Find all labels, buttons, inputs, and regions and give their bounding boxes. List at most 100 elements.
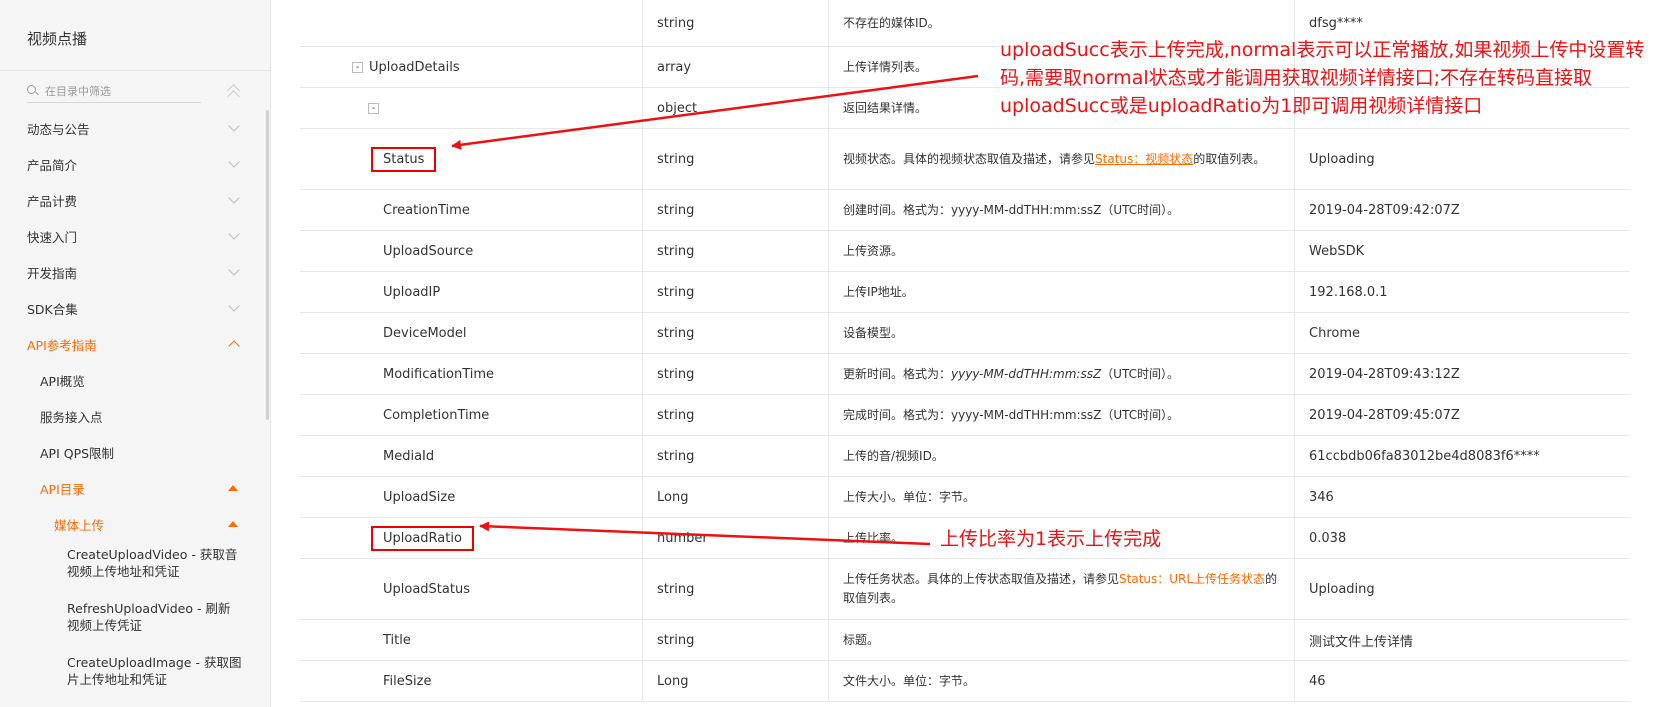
param-name: UploadSource — [383, 243, 474, 259]
param-type: string — [642, 313, 828, 353]
desc-format: yyyy-MM-ddTHH:mm:ssZ — [951, 366, 1102, 381]
sidebar-item-create-upload-image[interactable]: CreateUploadImage - 获取图片上传地址和凭证 — [0, 650, 266, 704]
param-name-cell: - — [300, 88, 642, 128]
table-row: Status string 视频状态。具体的视频状态取值及描述，请参见Statu… — [300, 129, 1630, 190]
collapse-all-icon[interactable] — [227, 84, 240, 103]
param-name: UploadSize — [383, 489, 456, 505]
param-desc: 上传IP地址。 — [828, 272, 1294, 312]
param-example: 46 — [1294, 661, 1630, 701]
param-type: Long — [642, 661, 828, 701]
search-placeholder: 在目录中筛选 — [45, 85, 111, 98]
param-name: MediaId — [383, 448, 435, 464]
param-name: FileSize — [383, 673, 432, 689]
collapse-toggle[interactable]: - — [368, 102, 379, 114]
sidebar-item-api-catalog[interactable]: API目录 — [0, 470, 266, 506]
sidebar-item-label: 开发指南 — [27, 266, 78, 281]
sidebar-item-label: 快速入门 — [27, 230, 78, 245]
sidebar-item-devguide[interactable]: 开发指南 — [0, 254, 266, 290]
param-name-cell — [300, 0, 642, 46]
table-row: FileSize Long 文件大小。单位：字节。 46 — [300, 661, 1630, 702]
param-type: object — [642, 88, 828, 128]
sidebar-item-endpoints[interactable]: 服务接入点 — [0, 398, 266, 434]
table-row: UploadIP string 上传IP地址。 192.168.0.1 — [300, 272, 1630, 313]
table-row: CreationTime string 创建时间。格式为：yyyy-MM-ddT… — [300, 190, 1630, 231]
sidebar-scrollbar[interactable] — [266, 110, 269, 420]
param-example: 0.038 — [1294, 518, 1630, 558]
sidebar-item-api-reference[interactable]: API参考指南 — [0, 326, 266, 362]
sidebar-item-media-upload[interactable]: 媒体上传 — [0, 506, 266, 542]
sidebar-item-label: 媒体上传 — [54, 518, 105, 533]
sidebar-item-quickstart[interactable]: 快速入门 — [0, 218, 266, 254]
param-desc: 上传资源。 — [828, 231, 1294, 271]
param-name-cell: - UploadDetails — [300, 47, 642, 87]
sidebar-item-label: 产品计费 — [27, 194, 78, 209]
url-status-link[interactable]: Status：URL上传任务状态 — [1119, 572, 1265, 586]
sidebar-item-refresh-upload-video[interactable]: RefreshUploadVideo - 刷新视频上传凭证 — [0, 596, 266, 650]
param-example: WebSDK — [1294, 231, 1630, 271]
sidebar-item-label: CreateUploadImage - 获取图片上传地址和凭证 — [67, 655, 242, 687]
param-name: CreationTime — [383, 202, 470, 218]
chevron-down-icon — [228, 120, 240, 132]
collapse-toggle[interactable]: - — [352, 61, 363, 73]
search-icon — [27, 85, 36, 94]
desc-text: 的取值列表。 — [1193, 151, 1266, 166]
table-row: UploadSource string 上传资源。 WebSDK — [300, 231, 1630, 272]
param-name: Title — [383, 632, 411, 648]
param-desc: 视频状态。具体的视频状态取值及描述，请参见Status：视频状态的取值列表。 — [828, 129, 1294, 189]
sidebar-item-announcements[interactable]: 动态与公告 — [0, 110, 266, 146]
param-type: array — [642, 47, 828, 87]
divider — [0, 70, 270, 71]
param-example: 2019-04-28T09:42:07Z — [1294, 190, 1630, 230]
table-row: UploadSize Long 上传大小。单位：字节。 346 — [300, 477, 1630, 518]
annotation-upload-status-note: uploadSucc表示上传完成,normal表示可以正常播放,如果视频上传中设… — [1000, 39, 1645, 117]
table-row: MediaId string 上传的音/视频ID。 61ccbdb06fa830… — [300, 436, 1630, 477]
table-row: UploadStatus string 上传任务状态。具体的上传状态取值及描述，… — [300, 559, 1630, 620]
sidebar-item-label: 动态与公告 — [27, 122, 90, 137]
sidebar: 视频点播 在目录中筛选 动态与公告 产品简介 产品计费 快速入门 开发指南 SD… — [0, 0, 271, 707]
param-name: UploadDetails — [369, 59, 460, 75]
param-desc: 上传的音/视频ID。 — [828, 436, 1294, 476]
param-type: string — [642, 436, 828, 476]
param-type: string — [642, 354, 828, 394]
param-desc: 上传大小。单位：字节。 — [828, 477, 1294, 517]
table-row: ModificationTime string 更新时间。格式为：yyyy-MM… — [300, 354, 1630, 395]
param-type: string — [642, 129, 828, 189]
param-type: string — [642, 395, 828, 435]
param-name: UploadIP — [383, 284, 441, 300]
table-row: CompletionTime string 完成时间。格式为：yyyy-MM-d… — [300, 395, 1630, 436]
chevron-down-icon — [228, 300, 240, 312]
sidebar-item-billing[interactable]: 产品计费 — [0, 182, 266, 218]
search-input[interactable]: 在目录中筛选 — [27, 80, 201, 103]
param-desc: 更新时间。格式为：yyyy-MM-ddTHH:mm:ssZ（UTC时间）。 — [828, 354, 1294, 394]
param-type: number — [642, 518, 828, 558]
param-example: 测试文件上传详情 — [1294, 620, 1630, 660]
sidebar-item-intro[interactable]: 产品简介 — [0, 146, 266, 182]
sidebar-item-sdk[interactable]: SDK合集 — [0, 290, 266, 326]
sidebar-item-qps[interactable]: API QPS限制 — [0, 434, 266, 470]
sidebar-item-api-overview[interactable]: API概览 — [0, 362, 266, 398]
chevron-down-icon — [228, 264, 240, 276]
sidebar-item-label: RefreshUploadVideo - 刷新视频上传凭证 — [67, 601, 231, 633]
param-name: DeviceModel — [383, 325, 467, 341]
sidebar-item-label: CreateUploadVideo - 获取音视频上传地址和凭证 — [67, 547, 238, 579]
param-desc: 上传任务状态。具体的上传状态取值及描述，请参见Status：URL上传任务状态的… — [828, 559, 1294, 619]
sidebar-item-label: SDK合集 — [27, 302, 78, 317]
chevron-down-icon — [228, 156, 240, 168]
sidebar-item-create-upload-video[interactable]: CreateUploadVideo - 获取音视频上传地址和凭证 — [0, 542, 266, 596]
param-name: UploadStatus — [383, 581, 470, 597]
param-name: CompletionTime — [383, 407, 490, 423]
sidebar-item-label: 服务接入点 — [40, 410, 103, 425]
caret-up-icon — [228, 521, 238, 527]
param-name-cell: UploadRatio — [300, 518, 642, 558]
param-desc: 创建时间。格式为：yyyy-MM-ddTHH:mm:ssZ（UTC时间）。 — [828, 190, 1294, 230]
annotation-upload-ratio-note: 上传比率为1表示上传完成 — [940, 528, 1162, 550]
param-desc: 标题。 — [828, 620, 1294, 660]
param-example: 2019-04-28T09:45:07Z — [1294, 395, 1630, 435]
sidebar-item-label: API参考指南 — [27, 338, 97, 353]
caret-up-icon — [228, 485, 238, 491]
param-type: string — [642, 0, 828, 46]
param-type: string — [642, 272, 828, 312]
status-link[interactable]: Status：视频状态 — [1095, 152, 1193, 166]
sidebar-item-label: 产品简介 — [27, 158, 78, 173]
desc-text: 上传任务状态。具体的上传状态取值及描述，请参见 — [843, 572, 1120, 586]
